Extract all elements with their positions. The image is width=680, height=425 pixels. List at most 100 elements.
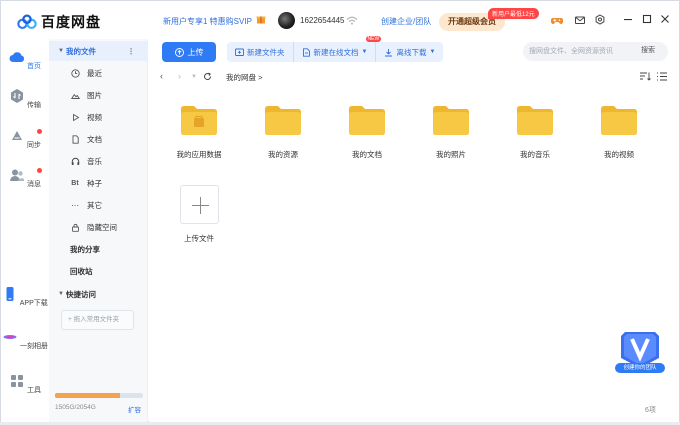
chevron-down-icon[interactable]: ▼ (429, 49, 435, 55)
upload-button-label: 上传 (187, 47, 204, 57)
create-team-float-label[interactable]: 创建你的团队 (615, 363, 665, 373)
sidebar-item-images[interactable]: 图片 (49, 85, 147, 105)
folder-item[interactable]: 我的资源 (243, 106, 323, 160)
folder-icon (601, 106, 637, 135)
plus-icon (192, 197, 209, 214)
sidebar-my-share[interactable]: 我的分享 (49, 239, 147, 259)
tools-icon (11, 375, 24, 387)
svip-promo-link[interactable]: 新用户专享1 特惠购SVIP (163, 16, 252, 27)
transfer-icon (11, 89, 24, 103)
sync-notification-dot (37, 129, 42, 134)
more-icon: ⋯ (71, 200, 79, 210)
folder-item[interactable]: 我的音乐 (495, 106, 575, 160)
image-icon (70, 90, 80, 100)
sidebar-item-label: 最近 (87, 68, 102, 78)
search-input[interactable] (529, 45, 639, 58)
minimize-icon[interactable] (623, 14, 633, 24)
expand-storage-link[interactable]: 扩容 (128, 404, 141, 414)
sidebar-recycle-bin[interactable]: 回收站 (49, 261, 147, 281)
app-window: 百度网盘 新用户专享1 特惠购SVIP 1622654445 创建企业/团队 开… (0, 0, 680, 422)
back-icon[interactable]: ‹ (160, 71, 163, 81)
search-box: 搜索 (523, 42, 668, 61)
new-folder-button[interactable]: 新建文件夹 (227, 42, 293, 62)
sidebar-item-label: 音乐 (87, 156, 102, 166)
breadcrumb[interactable]: 我的网盘 > (226, 72, 262, 83)
rail-item-album[interactable]: 一刻相册 (1, 329, 49, 351)
rail-label: 首页 (26, 63, 41, 70)
folder-icon (349, 106, 385, 135)
sidebar-item-recent[interactable]: 最近 (49, 63, 147, 83)
app-folder-icon (181, 106, 217, 135)
folder-icon (265, 106, 301, 135)
rail-item-home[interactable]: 首页 (1, 49, 49, 71)
sidebar-item-others[interactable]: ⋯ 其它 (49, 195, 147, 215)
messages-notification-dot (37, 168, 42, 173)
quick-access-drop-zone[interactable]: + 拖入常用文件夹 (61, 310, 134, 330)
forward-icon[interactable]: › (178, 71, 181, 81)
offline-download-button[interactable]: 离线下载 ▼ (375, 42, 443, 62)
sidebar-item-label: 我的文件 (66, 46, 96, 56)
mail-icon[interactable] (574, 14, 586, 26)
list-view-icon[interactable] (656, 71, 668, 82)
sidebar-item-music[interactable]: 音乐 (49, 151, 147, 171)
item-count: 6项 (645, 407, 656, 414)
new-folder-icon (235, 48, 244, 56)
settings-icon[interactable] (594, 14, 606, 26)
user-id[interactable]: 1622654445 (300, 16, 345, 25)
search-button[interactable]: 搜索 (641, 45, 655, 55)
download-icon (385, 48, 393, 56)
gift-icon[interactable] (256, 14, 266, 24)
chevron-down-icon[interactable]: ▼ (58, 291, 66, 297)
storage-quota-fill (55, 393, 120, 398)
phone-icon (6, 287, 14, 301)
wifi-icon (346, 16, 358, 25)
baidu-netdisk-logo-icon (17, 14, 37, 29)
sidebar-item-label: 其它 (87, 200, 102, 210)
folder-item[interactable]: 我的照片 (411, 106, 491, 160)
vip-price-badge: 新用户最低12元 (488, 8, 539, 19)
clock-icon (70, 68, 80, 78)
upload-file-tile[interactable] (180, 185, 219, 224)
sidebar-item-documents[interactable]: 文档 (49, 129, 147, 149)
sidebar-item-hidden-space[interactable]: 隐藏空间 (49, 217, 147, 237)
sort-icon[interactable] (639, 71, 651, 82)
close-icon[interactable] (660, 14, 670, 24)
app-logo[interactable]: 百度网盘 (17, 12, 101, 32)
offline-download-label: 离线下载 (396, 47, 427, 57)
folder-item[interactable]: 我的文档 (327, 106, 407, 160)
sidebar-quick-access[interactable]: ▼ 快捷访问 (49, 284, 147, 304)
more-icon[interactable]: ⋮ (127, 47, 135, 56)
rail-label: APP下载 (19, 300, 48, 307)
refresh-icon[interactable] (203, 72, 212, 81)
history-dropdown-icon[interactable]: ▼ (191, 74, 197, 80)
new-online-doc-label: 新建在线文档 (313, 47, 359, 57)
sidebar-my-files[interactable]: ▼ 我的文件 ⋮ (49, 41, 147, 61)
sidebar-item-torrents[interactable]: Bt 种子 (49, 173, 147, 193)
user-avatar[interactable] (278, 12, 295, 29)
rail-label: 消息 (26, 181, 41, 188)
upload-button[interactable]: 上传 (162, 42, 216, 62)
sidebar-item-videos[interactable]: 视频 (49, 107, 147, 127)
upload-icon (174, 47, 184, 57)
folder-label: 我的文档 (352, 150, 382, 159)
toolbar-group: 新建文件夹 新建在线文档 ▼ NEW 离线下载 ▼ (227, 36, 444, 62)
rail-item-app-download[interactable]: APP下载 (1, 286, 49, 308)
rail-item-tools[interactable]: 工具 (1, 373, 49, 395)
online-doc-icon (302, 47, 310, 57)
create-team-link[interactable]: 创建企业/团队 (381, 16, 431, 27)
folder-label: 我的照片 (436, 150, 466, 159)
maximize-icon[interactable] (642, 14, 652, 24)
folder-item[interactable]: 我的应用数据 (159, 106, 239, 160)
storage-quota-bar (55, 393, 143, 398)
file-sidebar: ▼ 我的文件 ⋮ 最近 图片 视频 文档 音乐 Bt 种子 ⋯ 其它 隐藏空间 … (49, 39, 148, 422)
chevron-down-icon[interactable]: ▼ (58, 48, 66, 54)
new-online-doc-button[interactable]: 新建在线文档 ▼ NEW (292, 36, 382, 62)
chevron-down-icon[interactable]: ▼ (362, 49, 368, 55)
navigation-bar: ‹ › ▼ 我的网盘 > (149, 67, 679, 87)
lock-icon (70, 222, 80, 232)
rail-item-transfer[interactable]: 传输 (1, 88, 49, 110)
game-icon[interactable] (551, 14, 563, 26)
message-icon (10, 169, 25, 181)
folder-item[interactable]: 我的视频 (579, 106, 659, 160)
sidebar-item-label: 我的分享 (70, 244, 100, 254)
